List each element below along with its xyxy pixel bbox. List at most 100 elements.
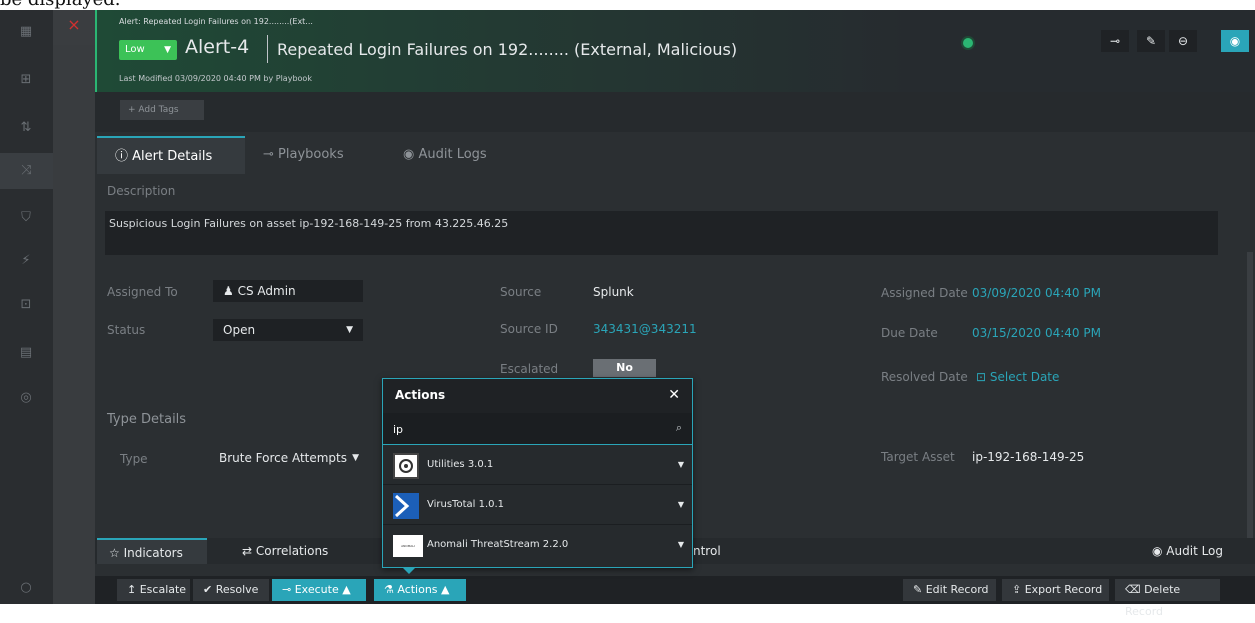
tags-bar: + Add Tags [95,92,1255,132]
eye-icon: ◉ [403,147,419,162]
swap-icon: ⇄ [242,544,256,558]
shield-icon[interactable]: ⛉ [16,208,36,228]
assigned-to-value: CS Admin [237,284,296,298]
page-title: Repeated Login Failures on 192........ (… [277,40,738,59]
execute-label: Execute [294,583,339,596]
edit-record-button[interactable]: ✎ Edit Record [903,579,996,601]
check-icon: ✔ [203,583,216,596]
link-icon[interactable]: ⊖ [1169,30,1197,52]
status-select[interactable]: Open ▼ [213,319,363,341]
dropdown-pointer [402,567,416,574]
playbook-button[interactable]: ⊸ [1101,30,1129,52]
resolve-button[interactable]: ✔ Resolve [193,579,269,601]
chevron-down-icon[interactable]: ▼ [678,540,684,549]
help-icon[interactable]: ○ [16,578,36,598]
type-label: Type [120,452,148,466]
playbook-icon: ⊸ [282,583,295,596]
export-icon: ⇪ [1012,583,1025,596]
tab-correlations[interactable]: ⇄ Correlations [242,538,328,564]
tab-label: Correlations [255,544,329,558]
chart-icon[interactable]: ▤ [16,343,36,363]
chevron-down-icon: ▼ [352,453,359,463]
tab-audit-logs[interactable]: ◉ Audit Logs [385,136,517,174]
select-date-link[interactable]: ⊡ Select Date [976,370,1059,384]
tab-control[interactable]: ntrol [693,538,721,564]
type-value: Brute Force Attempts [219,451,348,465]
dropdown-search: ⌕ [383,413,692,445]
alert-id: Alert-4 [185,36,250,58]
assigned-date-value[interactable]: 03/09/2020 04:40 PM [972,286,1101,300]
actions-button[interactable]: ⚗ Actions ▲ [374,579,466,601]
escalated-toggle[interactable]: No [593,359,656,377]
source-id-label: Source ID [500,322,558,336]
eye-icon: ◉ [1152,544,1167,558]
tab-label: Audit Logs [418,147,487,162]
due-date-label: Due Date [881,326,938,340]
actions-search-input[interactable] [393,413,653,445]
chevron-up-icon: ▲ [338,583,351,596]
tab-label: Audit Log [1166,544,1224,558]
left-panel [53,45,95,604]
briefcase-icon[interactable]: ⊡ [16,295,36,315]
action-item-label: Utilities 3.0.1 [427,459,494,470]
delete-record-button[interactable]: ⌫ Delete Record [1115,579,1220,618]
tab-audit-log[interactable]: ◉ Audit Log [1152,538,1223,564]
severity-dropdown[interactable]: Low ▼ [119,40,177,60]
playbook-icon: ⊸ [263,147,279,162]
tab-indicators[interactable]: ☆ Indicators [97,538,207,564]
source-id-link[interactable]: 343431@343211 [593,322,697,336]
action-item-label: Anomali ThreatStream 2.2.0 [427,539,569,550]
due-date-value[interactable]: 03/15/2020 04:40 PM [972,326,1101,340]
alert-header: Alert: Repeated Login Failures on 192...… [95,10,1255,92]
action-item-utilities[interactable]: Utilities 3.0.1 ▼ [383,446,692,485]
anomali-icon: ANOMALI [393,535,423,557]
trash-icon: ⌫ [1125,583,1145,596]
star-icon: ☆ [109,546,124,560]
escalate-label: Escalate [139,583,187,596]
escalated-label: Escalated [500,362,559,376]
type-details-heading: Type Details [107,412,187,427]
tab-label: Playbooks [278,147,344,162]
bolt-icon[interactable]: ⚡ [16,251,36,271]
export-record-button[interactable]: ⇪ Export Record [1002,579,1109,601]
action-item-anomali[interactable]: ANOMALI Anomali ThreatStream 2.2.0 ▼ [383,526,692,565]
type-select[interactable]: Brute Force Attempts ▼ [209,447,369,469]
action-item-virustotal[interactable]: VirusTotal 1.0.1 ▼ [383,486,692,525]
shuffle-icon[interactable]: ⤨ [0,153,53,189]
escalate-button[interactable]: ↥ Escalate [117,579,190,601]
edit-icon[interactable]: ✎ [1137,30,1165,52]
grid-menu-icon[interactable]: ▦ [16,22,36,42]
dashboard-icon[interactable]: ⊞ [16,70,36,90]
scrollbar[interactable] [1247,252,1253,562]
tab-playbooks[interactable]: ⊸ Playbooks [245,136,379,174]
chevron-up-icon: ▲ [437,583,450,596]
assigned-date-label: Assigned Date [881,286,968,300]
chevron-down-icon[interactable]: ▼ [678,460,684,469]
chevron-down-icon: ▼ [346,325,353,335]
edit-label: Edit Record [925,583,989,596]
info-icon: ⓘ [115,149,133,164]
settings-icon[interactable]: ◎ [16,388,36,408]
search-icon[interactable]: ⌕ [676,421,682,435]
description-label: Description [107,184,176,198]
severity-label: Low [125,44,145,55]
chat-icon[interactable]: ◉ [1221,30,1249,52]
assigned-to-select[interactable]: ♟ CS Admin [213,280,363,302]
last-modified: Last Modified 03/09/2020 04:40 PM by Pla… [119,74,312,83]
left-nav: ▦ ⊞ ⇅ ⤨ ⛉ ⚡ ⊡ ▤ ◎ ○ [0,10,53,604]
tab-alert-details[interactable]: ⓘ Alert Details [97,136,245,174]
resolve-label: Resolve [215,583,259,596]
close-icon[interactable]: × [53,10,95,45]
sort-icon[interactable]: ⇅ [16,118,36,138]
chevron-down-icon[interactable]: ▼ [678,500,684,509]
description-text: Suspicious Login Failures on asset ip-19… [109,217,509,230]
dropdown-title: Actions [395,388,446,402]
add-tags-button[interactable]: + Add Tags [120,100,204,120]
action-item-label: VirusTotal 1.0.1 [427,499,505,510]
source-value: Splunk [593,285,634,299]
flask-icon: ⚗ [384,583,398,596]
close-icon[interactable]: ✕ [668,387,680,403]
target-asset-value: ip-192-168-149-25 [972,450,1085,464]
execute-button[interactable]: ⊸ Execute ▲ [272,579,366,601]
select-date-label: Select Date [989,370,1060,384]
